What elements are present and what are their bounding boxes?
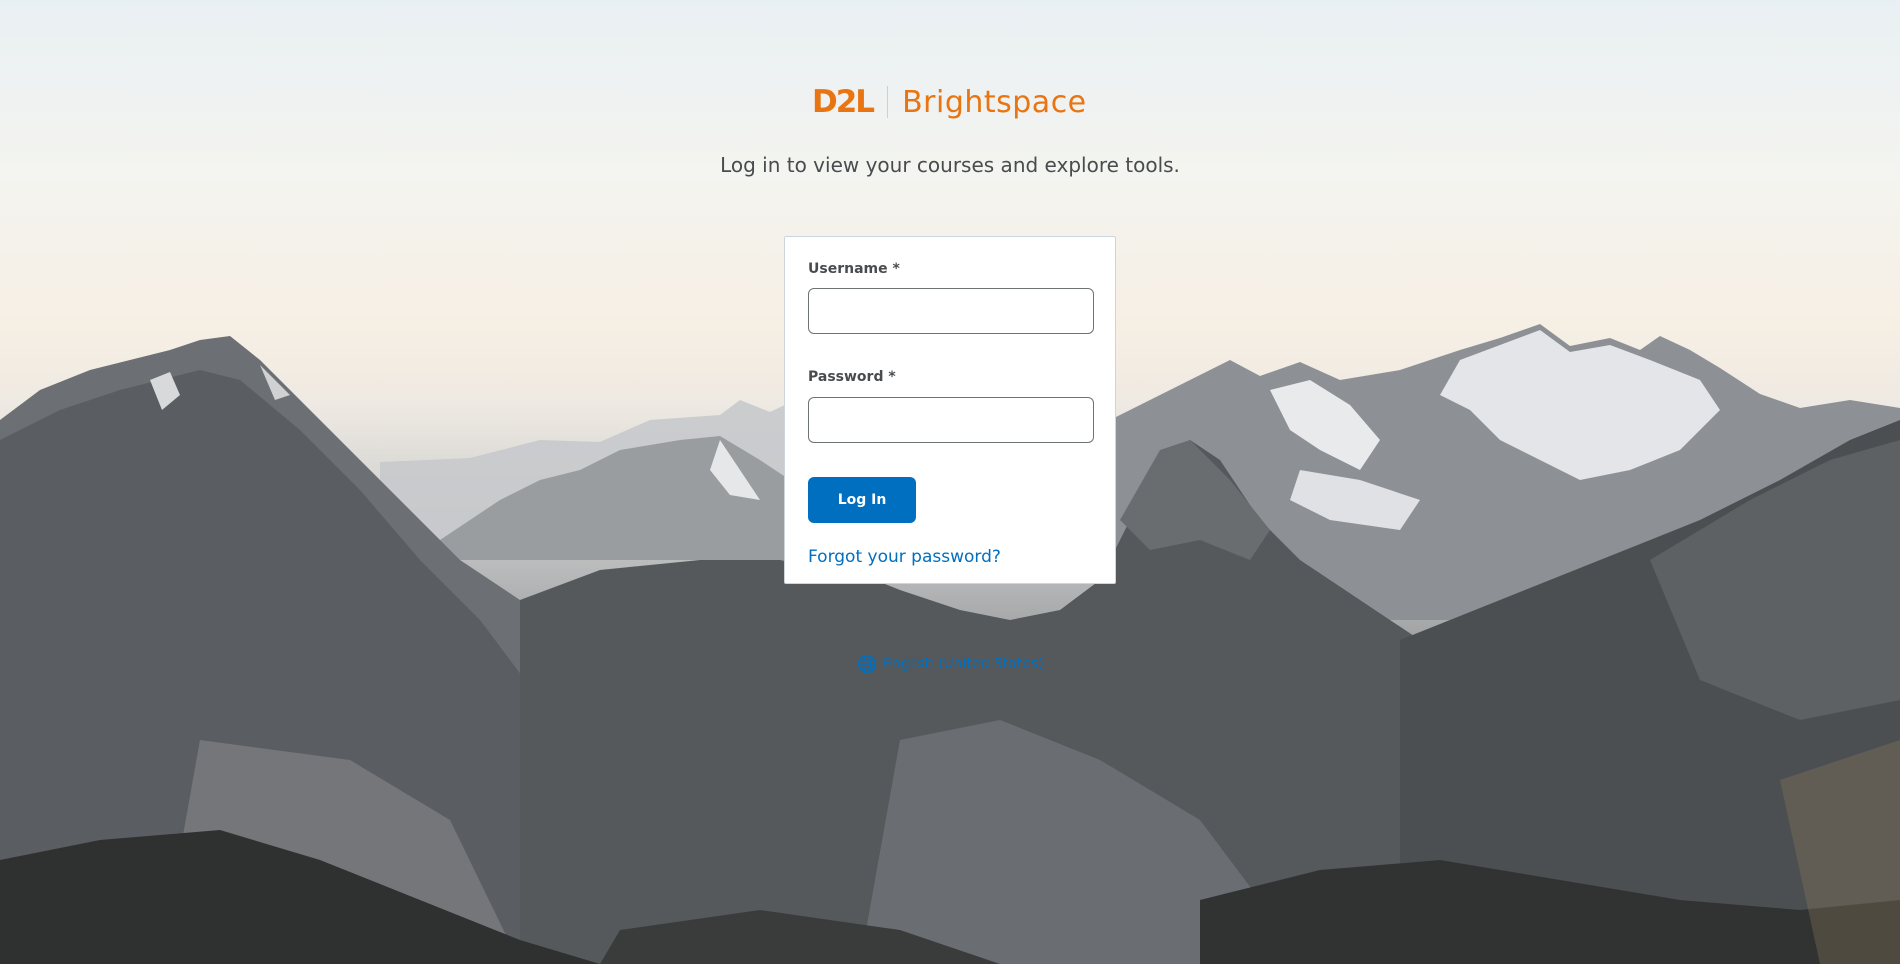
logo-divider [887,86,889,118]
login-page: D2L Brightspace Log in to view your cour… [0,0,1900,964]
password-label: Password * [808,369,896,385]
brightspace-logo: D2L Brightspace [812,82,1087,122]
language-label: English (United States) [883,656,1044,672]
brightspace-wordmark: Brightspace [902,84,1087,120]
d2l-logo-mark: D2L [812,84,875,120]
login-card: Username * Password * Log In Forgot your… [784,236,1116,584]
password-input[interactable] [808,397,1094,443]
login-tagline: Log in to view your courses and explore … [720,153,1180,177]
language-selector[interactable]: English (United States) [857,654,1044,674]
username-label: Username * [808,261,900,277]
username-input[interactable] [808,288,1094,334]
log-in-button[interactable]: Log In [808,477,916,523]
globe-icon [857,654,877,674]
forgot-password-link[interactable]: Forgot your password? [808,547,1001,567]
